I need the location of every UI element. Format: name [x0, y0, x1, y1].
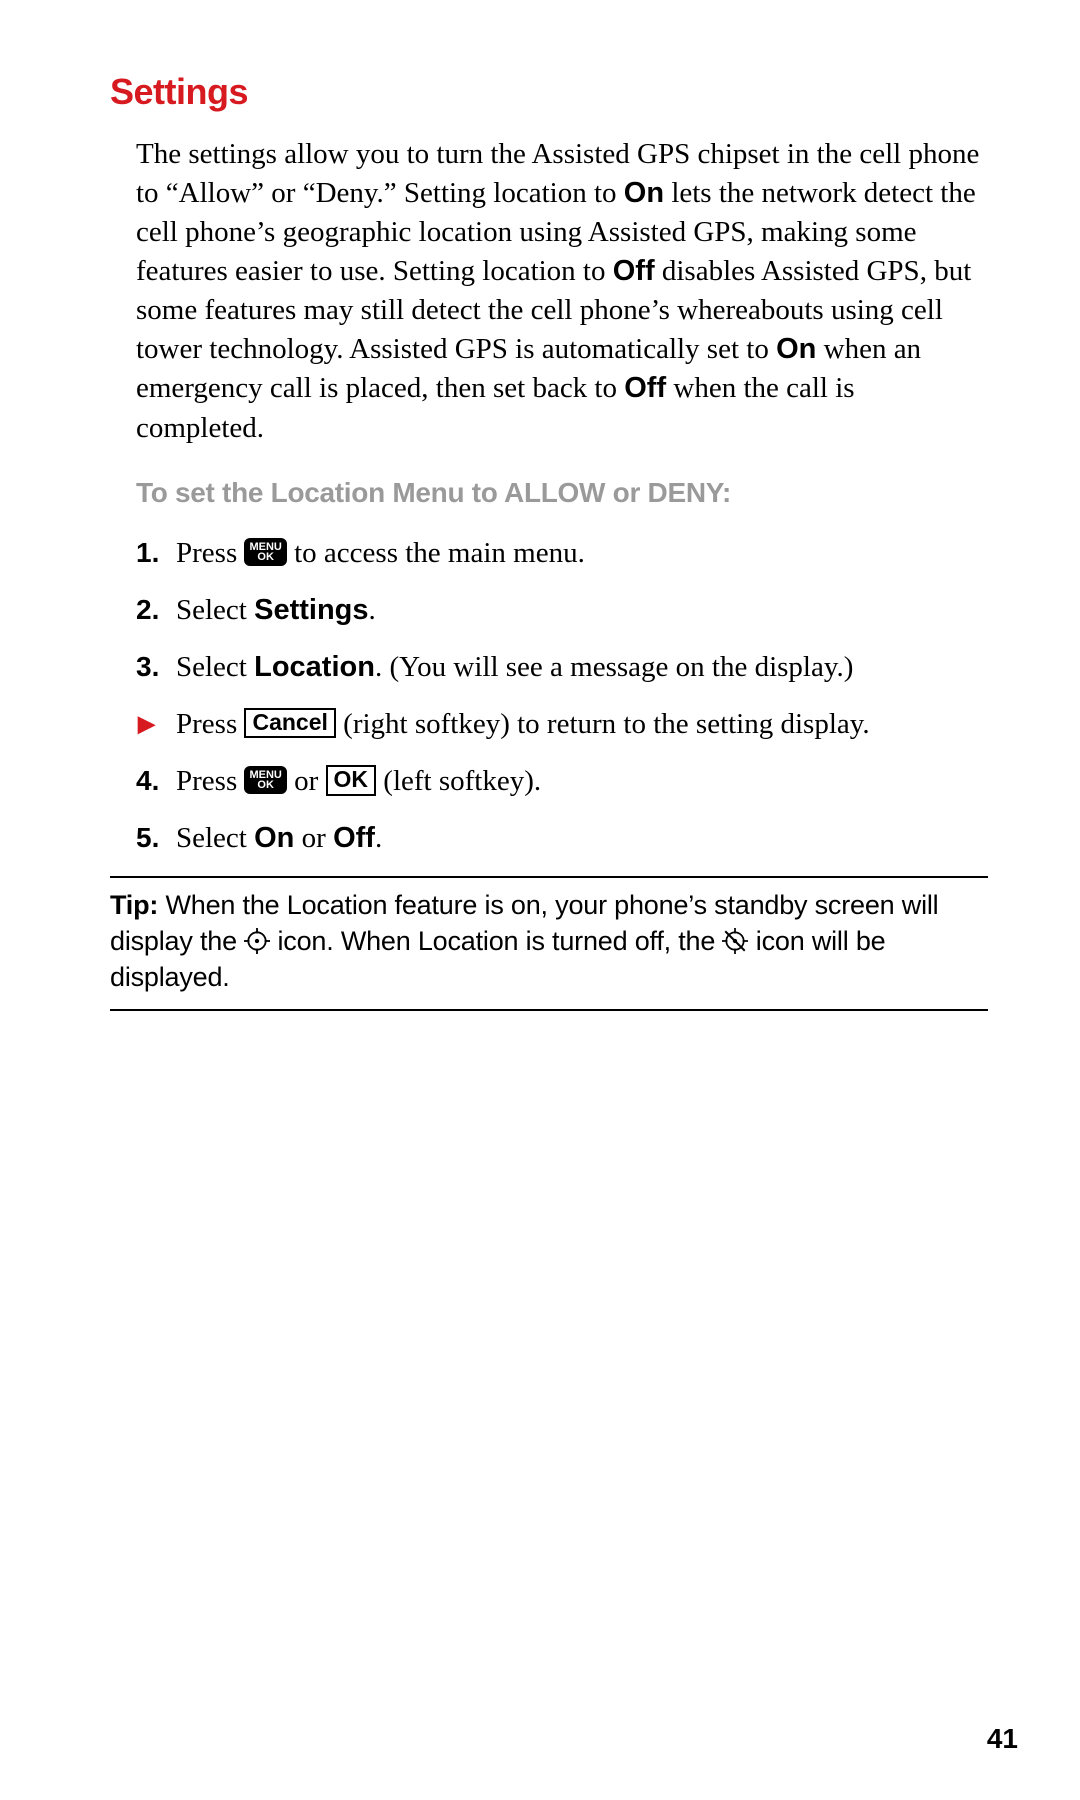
cancel-softkey-icon: Cancel — [244, 708, 335, 738]
bold-on: On — [776, 333, 816, 365]
text: . — [369, 594, 376, 626]
bold-off: Off — [613, 255, 655, 287]
bold-settings: Settings — [254, 594, 368, 626]
text: (left softkey). — [383, 765, 541, 797]
text: or — [294, 822, 333, 854]
key-label-bottom: OK — [249, 552, 281, 562]
text: or — [294, 765, 325, 797]
step-number: 1. — [136, 534, 159, 572]
text: Press — [176, 537, 244, 569]
section-title: Settings — [110, 68, 988, 117]
bold-off: Off — [333, 822, 375, 854]
intro-paragraph: The settings allow you to turn the Assis… — [136, 135, 988, 448]
step-5: 5. Select On or Off. — [136, 819, 988, 858]
procedure-steps: 1. Press MENU OK to access the main menu… — [136, 534, 988, 859]
step-arrow: ▶ Press Cancel (right softkey) to return… — [136, 705, 988, 744]
step-4: 4. Press MENU OK or OK (left softkey). — [136, 762, 988, 801]
bold-on: On — [254, 822, 294, 854]
step-number: 3. — [136, 648, 159, 686]
location-off-icon — [722, 928, 748, 954]
step-3: 3. Select Location. (You will see a mess… — [136, 648, 988, 687]
tip-label: Tip: — [110, 890, 158, 920]
location-on-icon — [244, 928, 270, 954]
step-number: 2. — [136, 591, 159, 629]
bold-on: On — [624, 177, 664, 209]
bold-off: Off — [624, 372, 666, 404]
step-number: 5. — [136, 819, 159, 857]
step-number: 4. — [136, 762, 159, 800]
ok-softkey-icon: OK — [326, 765, 377, 795]
text: Select — [176, 651, 254, 683]
text: (right softkey) to return to the setting… — [343, 708, 869, 740]
bold-location: Location — [254, 651, 375, 683]
text: Press — [176, 765, 244, 797]
arrow-bullet-icon: ▶ — [138, 709, 155, 739]
key-label-bottom: OK — [249, 780, 281, 790]
page-number: 41 — [987, 1720, 1018, 1758]
step-2: 2. Select Settings. — [136, 591, 988, 630]
text: . (You will see a message on the display… — [375, 651, 853, 683]
text: to access the main menu. — [294, 537, 585, 569]
menu-ok-key-icon: MENU OK — [244, 766, 286, 794]
manual-page: Settings The settings allow you to turn … — [0, 0, 1080, 1800]
procedure-subhead: To set the Location Menu to ALLOW or DEN… — [136, 474, 988, 512]
tip-block: Tip: When the Location feature is on, yo… — [110, 876, 988, 1011]
text: . — [375, 822, 382, 854]
step-1: 1. Press MENU OK to access the main menu… — [136, 534, 988, 573]
text: Select — [176, 822, 254, 854]
menu-ok-key-icon: MENU OK — [244, 538, 286, 566]
text: Select — [176, 594, 254, 626]
text: icon. When Location is turned off, the — [278, 926, 723, 956]
text: Press — [176, 708, 244, 740]
